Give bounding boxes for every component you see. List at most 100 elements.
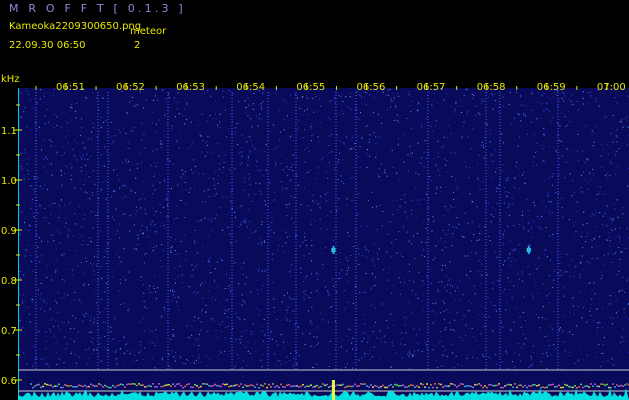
noise-speckle — [272, 338, 273, 340]
noise-speckle — [59, 205, 60, 207]
noise-speckle — [215, 214, 217, 216]
noise-speckle — [198, 173, 200, 175]
noise-speckle — [454, 108, 456, 110]
noise-speckle — [144, 347, 145, 349]
noise-speckle — [346, 204, 347, 206]
noise-speckle — [34, 191, 36, 193]
noise-speckle — [428, 218, 429, 220]
noise-speckle — [612, 357, 614, 359]
noise-speckle — [410, 101, 412, 102]
noise-speckle — [309, 332, 311, 334]
noise-speckle — [26, 90, 28, 92]
noise-speckle — [326, 229, 328, 230]
noise-speckle — [412, 152, 413, 154]
noise-speckle — [177, 101, 179, 103]
noise-speckle — [401, 338, 403, 340]
noise-speckle — [386, 279, 388, 281]
filter-band-speck — [404, 386, 406, 388]
noise-speckle — [116, 358, 118, 360]
noise-speckle — [607, 360, 609, 362]
noise-speckle — [178, 113, 179, 115]
noise-speckle — [351, 97, 353, 99]
noise-speckle — [600, 277, 602, 279]
noise-speckle — [290, 275, 292, 277]
noise-speckle — [96, 256, 98, 258]
noise-speckle — [611, 219, 613, 221]
noise-speckle — [533, 156, 535, 158]
noise-speckle — [201, 310, 203, 312]
noise-speckle — [220, 207, 222, 209]
noise-speckle — [457, 185, 458, 187]
noise-speckle — [104, 346, 106, 348]
noise-speckle — [455, 101, 457, 103]
noise-speckle — [184, 182, 186, 183]
noise-speckle — [196, 252, 198, 254]
noise-speckle — [82, 142, 84, 144]
noise-speckle — [310, 223, 312, 225]
noise-speckle — [626, 265, 628, 267]
noise-speckle — [553, 147, 555, 149]
noise-speckle — [528, 230, 530, 232]
noise-speckle — [618, 247, 619, 248]
noise-speckle — [66, 269, 68, 271]
filter-band-speck — [104, 384, 106, 387]
noise-speckle — [398, 95, 400, 97]
noise-speckle — [219, 169, 220, 170]
noise-speckle — [350, 138, 352, 140]
noise-speckle — [219, 113, 221, 115]
filter-band-speck — [490, 383, 492, 386]
noise-speckle — [521, 104, 523, 106]
noise-speckle — [40, 358, 42, 360]
noise-speckle — [414, 350, 416, 352]
noise-speckle — [219, 121, 220, 123]
noise-speckle — [514, 177, 515, 179]
noise-speckle — [33, 213, 34, 214]
noise-speckle — [126, 147, 128, 148]
noise-speckle — [568, 137, 570, 139]
noise-speckle — [468, 300, 470, 302]
noise-speckle — [591, 213, 593, 215]
filter-band-speck — [568, 385, 570, 388]
noise-speckle — [508, 240, 510, 242]
noise-speckle — [131, 97, 133, 98]
noise-speckle — [482, 100, 484, 102]
noise-speckle — [194, 266, 196, 268]
noise-speckle — [155, 131, 157, 133]
noise-speckle — [262, 101, 264, 102]
noise-speckle — [566, 148, 568, 150]
noise-speckle — [170, 289, 171, 291]
noise-speckle — [466, 114, 468, 116]
noise-speckle — [456, 217, 458, 219]
noise-speckle — [168, 107, 170, 109]
noise-speckle — [253, 108, 254, 110]
noise-speckle — [431, 269, 433, 271]
noise-speckle — [63, 165, 65, 167]
noise-speckle — [245, 346, 247, 348]
noise-speckle — [294, 234, 296, 236]
noise-speckle — [257, 293, 259, 295]
noise-speckle — [241, 155, 243, 157]
noise-speckle — [47, 241, 49, 243]
noise-speckle — [260, 359, 262, 361]
filter-band-speck — [556, 385, 558, 388]
noise-speckle — [103, 165, 105, 167]
noise-speckle — [395, 200, 397, 201]
noise-speckle — [522, 210, 523, 212]
noise-speckle — [509, 91, 511, 93]
noise-speckle — [127, 343, 129, 345]
noise-speckle — [181, 211, 183, 212]
noise-speckle — [178, 130, 180, 132]
noise-speckle — [356, 109, 358, 111]
noise-speckle — [81, 234, 83, 236]
noise-speckle — [30, 255, 31, 257]
noise-speckle — [290, 352, 292, 354]
noise-speckle — [522, 312, 524, 313]
noise-speckle — [202, 104, 204, 105]
noise-speckle — [106, 198, 107, 200]
noise-speckle — [131, 351, 133, 352]
noise-speckle — [522, 214, 523, 216]
noise-speckle — [207, 233, 209, 235]
noise-speckle — [596, 257, 598, 259]
filter-band-speck — [232, 385, 234, 387]
noise-speckle — [112, 140, 114, 142]
